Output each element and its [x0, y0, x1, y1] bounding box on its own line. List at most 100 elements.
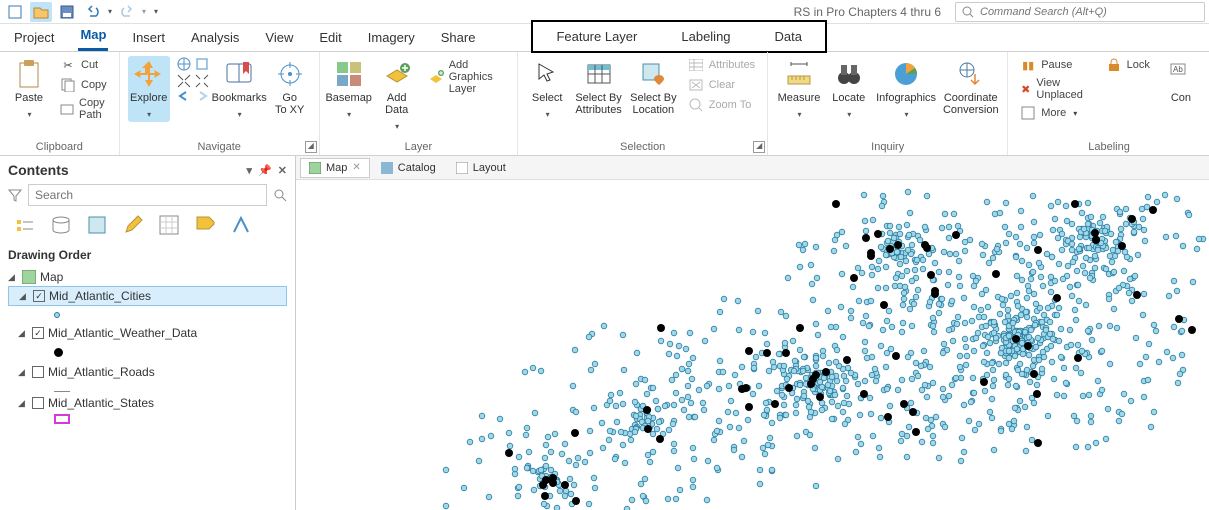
clear-icon — [688, 77, 704, 93]
list-by-labeling-icon[interactable] — [194, 214, 218, 238]
navigate-launcher[interactable]: ◢ — [305, 141, 317, 153]
tab-data[interactable]: Data — [753, 23, 824, 50]
zoom-to-selection-button[interactable]: Zoom To — [684, 96, 759, 114]
layer-symbol[interactable] — [8, 342, 287, 363]
group-layer: Basemap Add Data Add Graphics Layer Laye… — [320, 52, 519, 155]
add-data-button[interactable]: Add Data — [376, 56, 418, 134]
tab-project[interactable]: Project — [12, 26, 56, 51]
list-by-source-icon[interactable] — [50, 214, 74, 238]
infographics-button[interactable]: Infographics — [876, 56, 937, 122]
tab-analysis[interactable]: Analysis — [189, 26, 241, 51]
layer-row[interactable]: ◢ Mid_Atlantic_States — [8, 394, 287, 412]
layer-symbol[interactable] — [8, 306, 287, 324]
full-extent-icon[interactable] — [176, 56, 192, 72]
search-icon — [962, 6, 974, 18]
undo-dropdown[interactable]: ▾ — [108, 7, 112, 16]
qat-customize[interactable]: ▾ — [154, 7, 158, 16]
layer-visibility-checkbox[interactable] — [32, 366, 44, 378]
basemap-button[interactable]: Basemap — [328, 56, 370, 122]
explore-button[interactable]: Explore — [128, 56, 170, 122]
layer-symbol[interactable] — [8, 412, 287, 426]
select-by-location-button[interactable]: Select By Location — [629, 56, 678, 118]
list-by-perceptual-icon[interactable] — [230, 214, 254, 238]
search-icon[interactable] — [273, 188, 287, 202]
selection-launcher[interactable]: ◢ — [753, 141, 765, 153]
group-inquiry: Measure Locate Infographics Coordinate C… — [768, 52, 1008, 155]
zoom-in-icon[interactable] — [176, 73, 192, 89]
layer-name: Mid_Atlantic_States — [48, 396, 154, 410]
close-map-tab[interactable]: ✕ — [352, 162, 360, 173]
collapse-arrow-icon[interactable]: ◢ — [8, 272, 18, 283]
prev-extent-icon[interactable] — [176, 90, 192, 102]
view-unplaced-button[interactable]: ✖View Unplaced — [1016, 76, 1091, 102]
convert-labels-button[interactable]: Ab Con — [1160, 56, 1202, 106]
select-button[interactable]: Select — [526, 56, 568, 122]
select-by-loc-label: Select By Location — [630, 92, 676, 116]
tab-feature-layer[interactable]: Feature Layer — [534, 23, 659, 50]
measure-button[interactable]: Measure — [776, 56, 822, 122]
layer-symbol[interactable] — [8, 381, 287, 394]
save-icon[interactable] — [56, 2, 78, 22]
bookmarks-button[interactable]: Bookmarks — [216, 56, 263, 122]
tab-map[interactable]: Map — [78, 23, 108, 51]
lock-labeling-button[interactable]: Lock — [1102, 56, 1154, 74]
doctab-catalog[interactable]: Catalog — [372, 158, 445, 178]
paste-button[interactable]: Paste — [8, 56, 50, 122]
map-view[interactable] — [296, 180, 1209, 510]
cut-button[interactable]: ✂Cut — [56, 56, 111, 74]
layer-visibility-checkbox[interactable] — [32, 397, 44, 409]
clear-selection-button[interactable]: Clear — [684, 76, 759, 94]
more-labeling-button[interactable]: More▾ — [1016, 104, 1091, 122]
next-extent-icon[interactable] — [194, 90, 210, 102]
pause-labeling-button[interactable]: ▮▮Pause — [1016, 56, 1091, 74]
tab-edit[interactable]: Edit — [317, 26, 343, 51]
attributes-button[interactable]: Attributes — [684, 56, 759, 74]
add-graphics-layer-button[interactable]: Add Graphics Layer — [424, 58, 510, 96]
undo-icon[interactable] — [82, 2, 104, 22]
layer-visibility-checkbox[interactable]: ✓ — [32, 327, 44, 339]
command-search[interactable] — [955, 2, 1205, 22]
collapse-arrow-icon[interactable]: ◢ — [18, 328, 28, 339]
open-project-icon[interactable] — [30, 2, 52, 22]
tab-imagery[interactable]: Imagery — [366, 26, 417, 51]
list-by-snapping-icon[interactable] — [158, 214, 182, 238]
layer-row[interactable]: ◢ ✓ Mid_Atlantic_Cities — [8, 286, 287, 306]
tab-insert[interactable]: Insert — [130, 26, 167, 51]
tab-view[interactable]: View — [263, 26, 295, 51]
map-canvas[interactable] — [296, 180, 1209, 510]
command-search-input[interactable] — [980, 6, 1198, 18]
redo-dropdown[interactable]: ▾ — [142, 7, 146, 16]
copy-button[interactable]: Copy — [56, 76, 111, 94]
collapse-arrow-icon[interactable]: ◢ — [19, 291, 29, 302]
measure-label: Measure — [778, 92, 821, 104]
layer-row[interactable]: ◢ Mid_Atlantic_Roads — [8, 363, 287, 381]
collapse-arrow-icon[interactable]: ◢ — [18, 367, 28, 378]
tab-labeling[interactable]: Labeling — [659, 23, 752, 50]
layer-row[interactable]: ◢ ✓ Mid_Atlantic_Weather_Data — [8, 324, 287, 342]
doctab-layout[interactable]: Layout — [447, 158, 515, 178]
zoom-out-icon[interactable] — [194, 73, 210, 89]
doctab-map[interactable]: Map ✕ — [300, 158, 370, 178]
layer-visibility-checkbox[interactable]: ✓ — [33, 290, 45, 302]
map-node[interactable]: ◢ Map — [8, 268, 287, 286]
collapse-arrow-icon[interactable]: ◢ — [18, 398, 28, 409]
contents-menu-icon[interactable]: ▾ — [247, 164, 253, 177]
redo-icon[interactable] — [116, 2, 138, 22]
list-by-selection-icon[interactable] — [86, 214, 110, 238]
list-by-editing-icon[interactable] — [122, 214, 146, 238]
pin-icon[interactable]: 📌 — [258, 164, 272, 177]
filter-icon[interactable] — [8, 188, 22, 202]
basemap-label: Basemap — [325, 92, 371, 104]
list-by-drawing-order-icon[interactable] — [14, 214, 38, 238]
tab-share[interactable]: Share — [439, 26, 478, 51]
fixed-zoom-in-icon[interactable] — [194, 56, 210, 72]
new-project-icon[interactable] — [4, 2, 26, 22]
close-contents-icon[interactable]: ✕ — [278, 164, 287, 177]
goto-xy-button[interactable]: Go To XY — [269, 56, 311, 118]
select-by-attributes-button[interactable]: Select By Attributes — [574, 56, 623, 118]
locate-button[interactable]: Locate — [828, 56, 870, 122]
scissors-icon: ✂ — [60, 57, 76, 73]
coordinate-conversion-button[interactable]: Coordinate Conversion — [942, 56, 999, 118]
contents-search-input[interactable] — [28, 184, 267, 206]
copy-path-button[interactable]: Copy Path — [56, 96, 111, 122]
